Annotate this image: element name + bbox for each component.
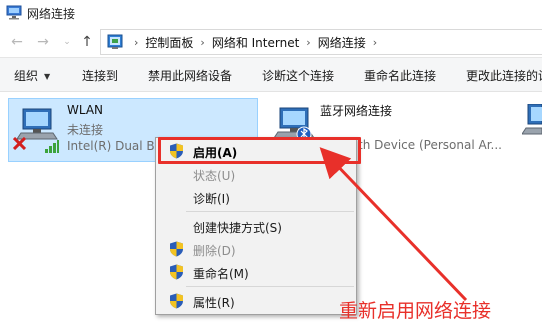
adapter-device: Intel(R) Dual Ba: [67, 139, 157, 153]
address-box[interactable]: › 控制面板 › 网络和 Internet › 网络连接 ›: [100, 29, 542, 55]
menu-separator: [186, 286, 354, 287]
breadcrumb-network-internet[interactable]: 网络和 Internet: [212, 34, 299, 51]
breadcrumb-control-panel[interactable]: 控制面板: [145, 34, 193, 51]
menu-item-delete[interactable]: 删除(D): [158, 238, 354, 260]
organize-label: 组织: [14, 69, 39, 83]
control-panel-icon: [107, 34, 123, 49]
adapter-name: WLAN: [67, 103, 104, 117]
chevron-down-icon[interactable]: ⌄: [58, 33, 76, 51]
menu-item-rename[interactable]: 重命名(M): [158, 261, 354, 283]
chevron-right-icon[interactable]: ›: [373, 36, 377, 49]
menu-item-label: 诊断(I): [193, 192, 230, 206]
arrow-right-icon[interactable]: →: [34, 33, 52, 51]
chevron-right-icon[interactable]: ›: [134, 36, 138, 49]
uac-shield-icon: [170, 293, 183, 309]
organize-menu-button[interactable]: 组织 ▼: [14, 67, 50, 84]
network-connections-icon: [6, 5, 22, 20]
command-toolbar: 组织 ▼ 连接到 禁用此网络设备 诊断这个连接 重命名此连接 更改此连接的设: [0, 58, 542, 92]
menu-item-properties[interactable]: 属性(R): [158, 290, 354, 312]
connect-to-button[interactable]: 连接到: [82, 67, 118, 84]
adapter-status: 未连接: [67, 123, 104, 137]
annotation-highlight-box: [158, 137, 361, 164]
menu-item-label: 属性(R): [193, 296, 235, 310]
address-bar-row: ← → ⌄ ↑ › 控制面板 › 网络和 Internet › 网络连接 ›: [0, 26, 542, 58]
menu-item-label: 重命名(M): [193, 267, 249, 281]
adapter-name: 蓝牙网络连接: [320, 104, 393, 118]
arrow-left-icon[interactable]: ←: [8, 33, 26, 51]
caret-down-icon: ▼: [44, 72, 51, 81]
menu-separator: [186, 211, 354, 212]
menu-item-diagnose[interactable]: 诊断(I): [158, 186, 354, 208]
breadcrumb: › 控制面板 › 网络和 Internet › 网络连接 ›: [127, 30, 384, 54]
breadcrumb-network-connections[interactable]: 网络连接: [318, 34, 366, 51]
title-bar: 网络连接: [0, 0, 542, 26]
annotation-label: 重新启用网络连接: [339, 300, 492, 322]
chevron-right-icon[interactable]: ›: [306, 36, 310, 49]
chevron-right-icon[interactable]: ›: [200, 36, 204, 49]
rename-button[interactable]: 重命名此连接: [364, 67, 436, 84]
menu-item-label: 状态(U): [193, 169, 236, 183]
diagnose-button[interactable]: 诊断这个连接: [262, 67, 334, 84]
adapter-icon-partial[interactable]: [522, 104, 542, 140]
adapter-device: th Device (Personal Ar...: [358, 138, 502, 152]
uac-shield-icon: [170, 264, 183, 280]
disable-device-button[interactable]: 禁用此网络设备: [148, 67, 232, 84]
window-title: 网络连接: [27, 7, 76, 21]
menu-item-label: 删除(D): [193, 244, 236, 258]
menu-item-create-shortcut[interactable]: 创建快捷方式(S): [158, 215, 354, 237]
disconnected-x-icon: [13, 137, 26, 150]
change-settings-button[interactable]: 更改此连接的设: [466, 67, 542, 84]
arrow-up-icon[interactable]: ↑: [78, 33, 96, 51]
menu-item-label: 创建快捷方式(S): [193, 221, 282, 235]
uac-shield-icon: [170, 241, 183, 257]
menu-item-status[interactable]: 状态(U): [158, 163, 354, 185]
